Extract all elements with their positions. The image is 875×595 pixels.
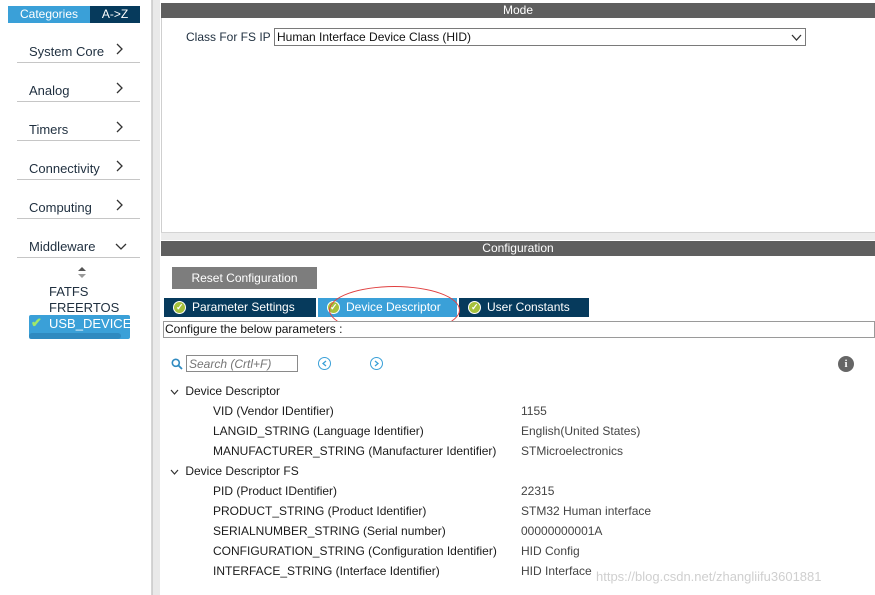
- category-system-core[interactable]: System Core: [17, 37, 140, 63]
- chevron-right-icon: [116, 82, 124, 96]
- info-icon[interactable]: i: [838, 356, 854, 372]
- param-value[interactable]: HID Config: [521, 544, 580, 558]
- mode-panel: [161, 18, 875, 232]
- tab-label: User Constants: [487, 300, 570, 314]
- category-label: Middleware: [29, 239, 96, 254]
- param-vid[interactable]: VID (Vendor IDentifier): [213, 404, 334, 418]
- panel-splitter[interactable]: [161, 232, 875, 240]
- param-value[interactable]: 1155: [521, 404, 547, 418]
- class-fs-label: Class For FS IP: [186, 30, 271, 44]
- ok-check-icon: ✓: [468, 301, 481, 314]
- chevron-right-icon: [116, 121, 124, 135]
- tab-categories[interactable]: Categories: [8, 6, 90, 23]
- chevron-right-icon: [116, 160, 124, 174]
- collapse-chevron-icon[interactable]: [170, 387, 182, 398]
- category-analog[interactable]: Analog: [17, 76, 140, 102]
- category-label: Computing: [29, 200, 92, 215]
- search-icon: [171, 358, 183, 373]
- param-value[interactable]: STMicroelectronics: [521, 444, 623, 458]
- middleware-item-label: USB_DEVICE: [49, 316, 132, 331]
- group-device-descriptor-fs[interactable]: Device Descriptor FS: [170, 464, 299, 478]
- param-serialnumber-string[interactable]: SERIALNUMBER_STRING (Serial number): [213, 524, 446, 538]
- category-computing[interactable]: Computing: [17, 193, 140, 219]
- middleware-item-freertos[interactable]: FREERTOS: [49, 300, 119, 315]
- mode-header: Mode: [161, 3, 875, 18]
- param-configuration-string[interactable]: CONFIGURATION_STRING (Configuration Iden…: [213, 544, 497, 558]
- param-value[interactable]: 22315: [521, 484, 554, 498]
- param-value[interactable]: HID Interface: [521, 564, 592, 578]
- collapse-chevron-icon[interactable]: [170, 467, 182, 478]
- category-connectivity[interactable]: Connectivity: [17, 154, 140, 180]
- param-value[interactable]: 00000000001A: [521, 524, 602, 538]
- category-label: Timers: [29, 122, 69, 137]
- tab-a-to-z[interactable]: A->Z: [90, 6, 140, 23]
- param-langid-string[interactable]: LANGID_STRING (Language Identifier): [213, 424, 424, 438]
- ok-check-icon: ✓: [173, 301, 186, 314]
- category-middleware[interactable]: Middleware: [17, 232, 140, 258]
- param-product-string[interactable]: PRODUCT_STRING (Product Identifier): [213, 504, 426, 518]
- next-circle-icon[interactable]: [370, 357, 383, 370]
- sort-icon[interactable]: [78, 267, 86, 278]
- chevron-right-icon: [116, 43, 124, 57]
- prev-circle-icon[interactable]: [318, 357, 331, 370]
- categories-sidebar: Categories A->Z System Core Analog Timer…: [0, 0, 152, 595]
- group-device-descriptor[interactable]: Device Descriptor: [170, 384, 280, 398]
- category-label: System Core: [29, 44, 105, 59]
- watermark: https://blog.csdn.net/zhangliifu3601881: [596, 569, 822, 584]
- horizontal-scrollbar[interactable]: [29, 333, 121, 339]
- class-fs-value: Human Interface Device Class (HID): [277, 30, 472, 44]
- category-timers[interactable]: Timers: [17, 115, 140, 141]
- tab-parameter-settings[interactable]: ✓ Parameter Settings: [164, 298, 316, 317]
- sidebar-scrollbar[interactable]: [152, 0, 160, 595]
- param-value[interactable]: STM32 Human interface: [521, 504, 651, 518]
- configuration-header: Configuration: [161, 241, 875, 256]
- group-label: Device Descriptor FS: [185, 464, 299, 478]
- group-label: Device Descriptor: [185, 384, 281, 398]
- tab-user-constants[interactable]: ✓ User Constants: [459, 298, 589, 317]
- param-interface-string[interactable]: INTERFACE_STRING (Interface Identifier): [213, 564, 440, 578]
- category-label: Analog: [29, 83, 70, 98]
- search-input[interactable]: [186, 355, 298, 372]
- sidebar-tab-bar: Categories A->Z: [8, 6, 140, 23]
- tab-label: Parameter Settings: [192, 300, 295, 314]
- middleware-item-fatfs[interactable]: FATFS: [49, 284, 88, 299]
- param-pid[interactable]: PID (Product IDentifier): [213, 484, 337, 498]
- configure-instructions: Configure the below parameters :: [163, 321, 875, 338]
- category-label: Connectivity: [29, 161, 100, 176]
- chevron-down-icon: [115, 240, 127, 253]
- chevron-right-icon: [116, 199, 124, 213]
- param-manufacturer-string[interactable]: MANUFACTURER_STRING (Manufacturer Identi…: [213, 444, 496, 458]
- checkmark-icon: ✔: [31, 315, 42, 330]
- param-value[interactable]: English(United States): [521, 424, 640, 438]
- chevron-down-icon: [791, 31, 802, 45]
- middleware-item-usb-device[interactable]: ✔ USB_DEVICE: [29, 315, 132, 339]
- class-fs-select[interactable]: Human Interface Device Class (HID): [274, 28, 806, 46]
- reset-configuration-button[interactable]: Reset Configuration: [172, 267, 317, 289]
